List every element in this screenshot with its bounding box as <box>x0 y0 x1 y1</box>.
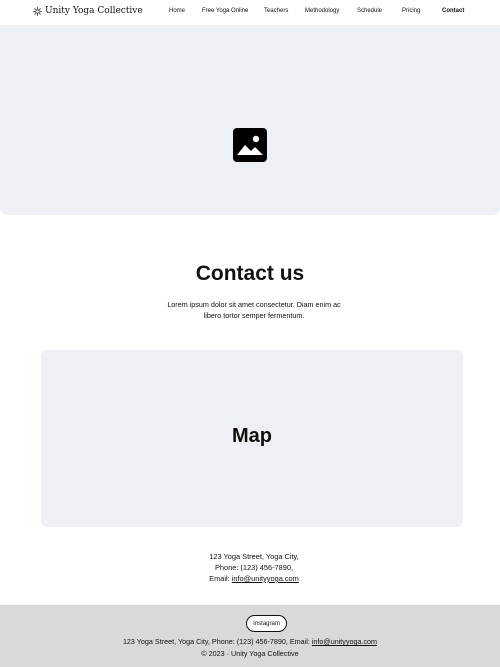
nav-schedule[interactable]: Schedule <box>357 8 382 14</box>
contact-description: Lorem ipsum dolor sit amet consectetur. … <box>167 300 341 320</box>
map-placeholder[interactable]: Map <box>41 350 463 527</box>
nav-contact[interactable]: Contact <box>442 8 464 14</box>
footer-info-text: 123 Yoga Street, Yoga City, Phone: (123)… <box>122 637 312 646</box>
nav-teachers[interactable]: Teachers <box>264 8 288 14</box>
nav-free-yoga-online[interactable]: Free Yoga Online <box>202 8 248 14</box>
footer-email-link[interactable]: info@unityyoga.com <box>312 637 377 646</box>
email-prefix: Email: <box>209 574 232 583</box>
email-link[interactable]: info@unityyoga.com <box>232 574 299 583</box>
image-placeholder-icon <box>233 128 267 162</box>
main-nav: Home Free Yoga Online Teachers Methodolo… <box>0 8 500 18</box>
hero-image-placeholder <box>0 25 500 215</box>
site-header: Unity Yoga Collective Home Free Yoga Onl… <box>0 0 500 25</box>
instagram-button[interactable]: Instagram <box>246 615 287 632</box>
footer-contact-info: 123 Yoga Street, Yoga City, Phone: (123)… <box>0 637 500 646</box>
site-footer: Instagram 123 Yoga Street, Yoga City, Ph… <box>0 605 500 667</box>
contact-address: 123 Yoga Street, Yoga City, Phone: (123)… <box>150 551 358 584</box>
phone-line: Phone: (123) 456-7890, <box>214 563 294 572</box>
nav-methodology[interactable]: Methodology <box>305 8 339 14</box>
nav-home[interactable]: Home <box>169 8 185 14</box>
footer-copyright: © 2023 · Unity Yoga Collective <box>201 649 299 658</box>
email-line: Email: info@unityyoga.com <box>150 573 358 584</box>
address-line: 123 Yoga Street, Yoga City, <box>209 552 299 561</box>
nav-pricing[interactable]: Pricing <box>402 8 420 14</box>
page-title: Contact us <box>195 262 305 285</box>
map-label: Map <box>232 425 272 447</box>
